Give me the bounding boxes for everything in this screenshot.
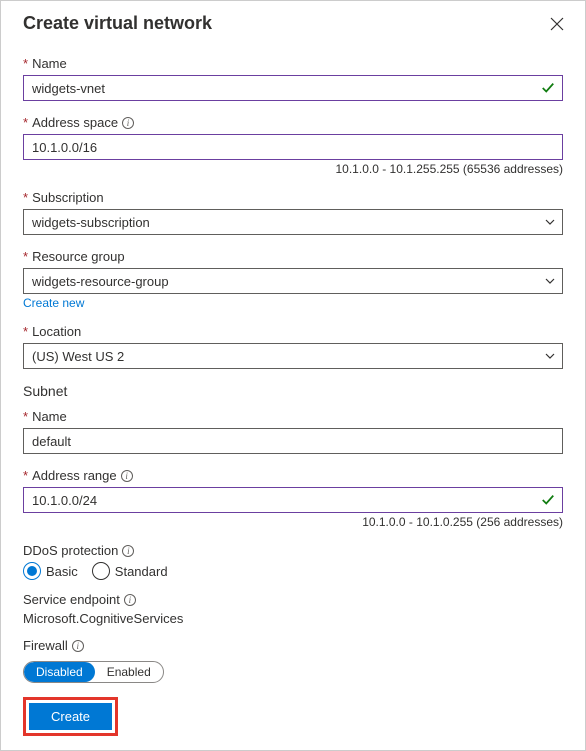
service-endpoint-value: Microsoft.CognitiveServices	[23, 611, 563, 626]
name-input[interactable]: widgets-vnet	[23, 75, 563, 101]
info-icon[interactable]: i	[122, 545, 134, 557]
subnet-heading: Subnet	[23, 383, 563, 399]
ddos-standard-radio[interactable]: Standard	[92, 562, 168, 580]
ddos-label: DDoS protectioni	[23, 543, 563, 558]
resource-group-select[interactable]: widgets-resource-group	[23, 268, 563, 294]
subnet-range-input[interactable]: 10.1.0.0/24	[23, 487, 563, 513]
subscription-select[interactable]: widgets-subscription	[23, 209, 563, 235]
firewall-label: Firewalli	[23, 638, 563, 653]
firewall-toggle[interactable]: Disabled Enabled	[23, 661, 164, 683]
ddos-basic-radio[interactable]: Basic	[23, 562, 78, 580]
subnet-range-hint: 10.1.0.0 - 10.1.0.255 (256 addresses)	[23, 515, 563, 529]
location-select[interactable]: (US) West US 2	[23, 343, 563, 369]
checkmark-icon	[541, 493, 555, 507]
chevron-down-icon	[544, 275, 556, 287]
location-label: *Location	[23, 324, 563, 339]
service-endpoint-label: Service endpointi	[23, 592, 563, 607]
firewall-enabled-option[interactable]: Enabled	[95, 662, 163, 682]
close-icon[interactable]	[549, 16, 565, 32]
info-icon[interactable]: i	[72, 640, 84, 652]
subnet-range-label: *Address rangei	[23, 468, 563, 483]
create-button[interactable]: Create	[29, 703, 112, 730]
subscription-label: *Subscription	[23, 190, 563, 205]
info-icon[interactable]: i	[121, 470, 133, 482]
address-space-hint: 10.1.0.0 - 10.1.255.255 (65536 addresses…	[23, 162, 563, 176]
firewall-disabled-option[interactable]: Disabled	[24, 662, 95, 682]
create-button-highlight: Create	[23, 697, 118, 736]
chevron-down-icon	[544, 216, 556, 228]
create-new-link[interactable]: Create new	[23, 296, 84, 310]
name-label: *Name	[23, 56, 563, 71]
resource-group-label: *Resource group	[23, 249, 563, 264]
subnet-name-label: *Name	[23, 409, 563, 424]
checkmark-icon	[541, 81, 555, 95]
info-icon[interactable]: i	[122, 117, 134, 129]
chevron-down-icon	[544, 350, 556, 362]
info-icon[interactable]: i	[124, 594, 136, 606]
address-space-input[interactable]: 10.1.0.0/16	[23, 134, 563, 160]
address-space-label: *Address spacei	[23, 115, 563, 130]
panel-title: Create virtual network	[23, 13, 212, 34]
subnet-name-input[interactable]: default	[23, 428, 563, 454]
